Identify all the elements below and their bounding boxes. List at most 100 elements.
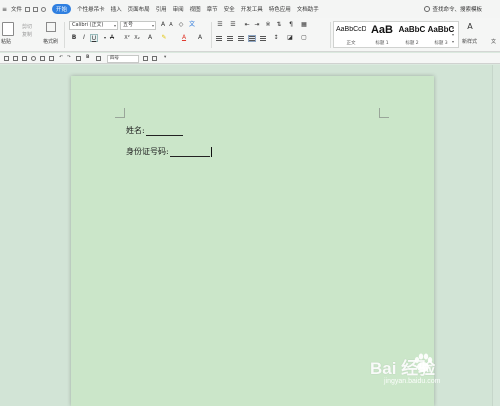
underline-button[interactable]: U [90,34,98,42]
chevron-down-icon: ▾ [113,23,116,28]
name-field-line[interactable]: 姓名: [126,125,183,136]
font-color-button[interactable]: A [180,34,188,42]
tab-references[interactable]: 引用 [156,5,167,13]
tab-security[interactable]: 安全 [224,5,235,13]
tab-personal-card[interactable]: 个性悬吊卡 [77,5,105,13]
format-painter-icon[interactable] [46,22,56,32]
tab-developer[interactable]: 开发工具 [241,5,263,13]
check-icon[interactable] [40,56,45,61]
save-icon[interactable] [4,56,9,61]
watermark-url: jingyan.baidu.com [384,378,441,385]
tab-home[interactable]: 开始 [52,4,72,14]
new-style-icon[interactable]: A [466,23,474,31]
format-icon[interactable] [76,56,81,61]
table-icon[interactable]: ▦ [300,21,308,29]
image-icon[interactable] [152,56,157,61]
strikethrough-button[interactable]: A [108,34,116,42]
increase-indent-icon[interactable]: ⇥ [253,21,261,29]
font-size-select[interactable]: 五号 ▾ [120,21,156,30]
chevron-down-icon: ▾ [151,23,154,28]
undo-icon[interactable] [41,6,47,12]
tab-featured-apps[interactable]: 特色应用 [269,5,291,13]
quick-font-size-select[interactable]: 四号 [107,55,139,63]
chinese-layout-icon[interactable]: ※ [264,21,272,29]
print-icon[interactable] [22,56,27,61]
new-style-button[interactable]: 新样式 [462,38,477,45]
id-field-line[interactable]: 身份证号码: [126,146,212,157]
undo-icon[interactable]: ↶ [59,55,63,60]
menu-icon[interactable]: ≡ [2,6,7,13]
char-border-icon[interactable]: A [196,34,204,42]
text-color-icon[interactable] [96,56,101,61]
decrease-indent-icon[interactable]: ⇤ [243,21,251,29]
style-heading-1[interactable]: AaB 标题 1 [367,24,397,47]
gallery-scroll-arrows[interactable]: ▴ ▾ ▾ [452,24,456,45]
bullet-list-icon[interactable]: ☰ [216,21,224,29]
format-painter-button[interactable]: 格式刷 [43,38,58,45]
ribbon-divider [211,22,212,48]
search-icon [424,6,431,12]
align-left-icon[interactable] [216,36,222,41]
line-spacing-icon[interactable]: ↕ [272,34,280,42]
justify-icon[interactable] [248,35,256,42]
export-icon[interactable] [13,56,18,61]
subscript-button[interactable]: X₂ [133,34,141,42]
distribute-icon[interactable] [260,36,266,41]
tab-insert[interactable]: 插入 [111,5,122,13]
paint-icon[interactable] [49,56,54,61]
tab-review[interactable]: 审阅 [173,5,184,13]
chevron-down-icon[interactable]: ▾ [164,55,166,60]
print-icon[interactable] [33,6,39,12]
redo-icon[interactable]: ↷ [67,55,71,60]
quick-font-size-value: 四号 [110,56,119,61]
sort-icon[interactable]: ⇅ [275,21,283,29]
quick-toolbar: ↶ ↷ B 四号 ▾ [0,53,500,64]
style-name: 标题 1 [375,41,389,46]
style-gallery: AaBbCcDd 正文 AaB 标题 1 AaBbC 标题 2 AaBbC 标题… [333,21,459,48]
show-marks-icon[interactable]: ¶ [287,21,295,29]
grow-font-icon[interactable]: A [159,21,167,29]
clear-format-icon[interactable]: ◇ [177,21,185,29]
style-name: 正文 [346,41,356,46]
more-button[interactable]: 文 [491,38,496,45]
paste-icon[interactable] [2,22,14,36]
zoom-icon[interactable] [143,56,148,61]
file-menu[interactable]: 文件 [11,5,22,13]
style-sample: AaB [370,24,393,36]
bold-icon[interactable]: B [86,55,89,60]
tab-view[interactable]: 视图 [190,5,201,13]
ribbon-divider [64,22,65,48]
align-right-icon[interactable] [238,36,244,41]
shading-icon[interactable]: ◪ [286,34,294,42]
style-sample: AaBbCcDd [336,26,366,33]
cut-button[interactable]: 剪切 [22,23,32,30]
tab-doc-assistant[interactable]: 文档助手 [297,5,319,13]
text-cursor [210,147,212,157]
font-name-select[interactable]: Calibri (正文) ▾ [69,21,118,30]
pinyin-icon[interactable]: 文 [188,21,196,29]
numbered-list-icon[interactable]: ☰ [229,21,237,29]
paw-logo-icon [414,353,433,372]
paste-button[interactable]: 粘贴 [1,38,11,45]
save-icon[interactable] [25,6,31,12]
italic-button[interactable]: I [80,34,88,42]
id-underline-blank[interactable] [169,156,210,157]
align-center-icon[interactable] [227,36,233,41]
tab-chapter[interactable]: 章节 [207,5,218,13]
highlight-icon[interactable]: ✎ [160,34,168,42]
style-sample: AaBbC [398,25,426,34]
copy-button[interactable]: 复制 [22,31,32,38]
preview-icon[interactable] [31,56,36,61]
name-label: 姓名: [126,126,145,135]
command-search[interactable]: 查找命令、搜索模板 [424,5,482,13]
text-effect-icon[interactable]: A [146,34,154,42]
border-icon[interactable]: ▢ [300,34,308,42]
name-underline-blank[interactable] [145,135,183,136]
shrink-font-icon[interactable]: A [167,21,175,29]
style-normal[interactable]: AaBbCcDd 正文 [336,24,366,47]
style-heading-2[interactable]: AaBbC 标题 2 [397,24,427,47]
bold-button[interactable]: B [70,34,78,42]
superscript-button[interactable]: X² [123,34,131,42]
tab-page-layout[interactable]: 页面布局 [128,5,150,13]
id-label: 身份证号码: [126,147,169,156]
